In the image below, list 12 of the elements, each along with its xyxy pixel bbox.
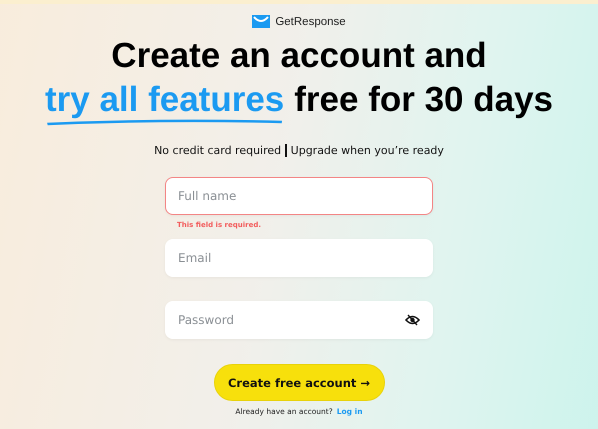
subtitle: No credit card required xyxy=(154,144,282,157)
highlighted-headline: try all features xyxy=(44,78,284,126)
create-account-button[interactable]: Create free account → xyxy=(214,364,384,401)
input-field[interactable]: Email xyxy=(165,239,433,277)
headline: free for 30 days xyxy=(294,79,554,121)
headline: Create an account and xyxy=(110,35,488,77)
eye-icon[interactable] xyxy=(405,314,420,326)
input-field[interactable]: Full name xyxy=(165,177,433,215)
input-field[interactable]: Password xyxy=(165,301,433,339)
subtitle: Upgrade when you’re ready xyxy=(290,144,444,157)
logo-text: GetResponse xyxy=(275,16,346,28)
envelope-icon xyxy=(252,15,270,28)
